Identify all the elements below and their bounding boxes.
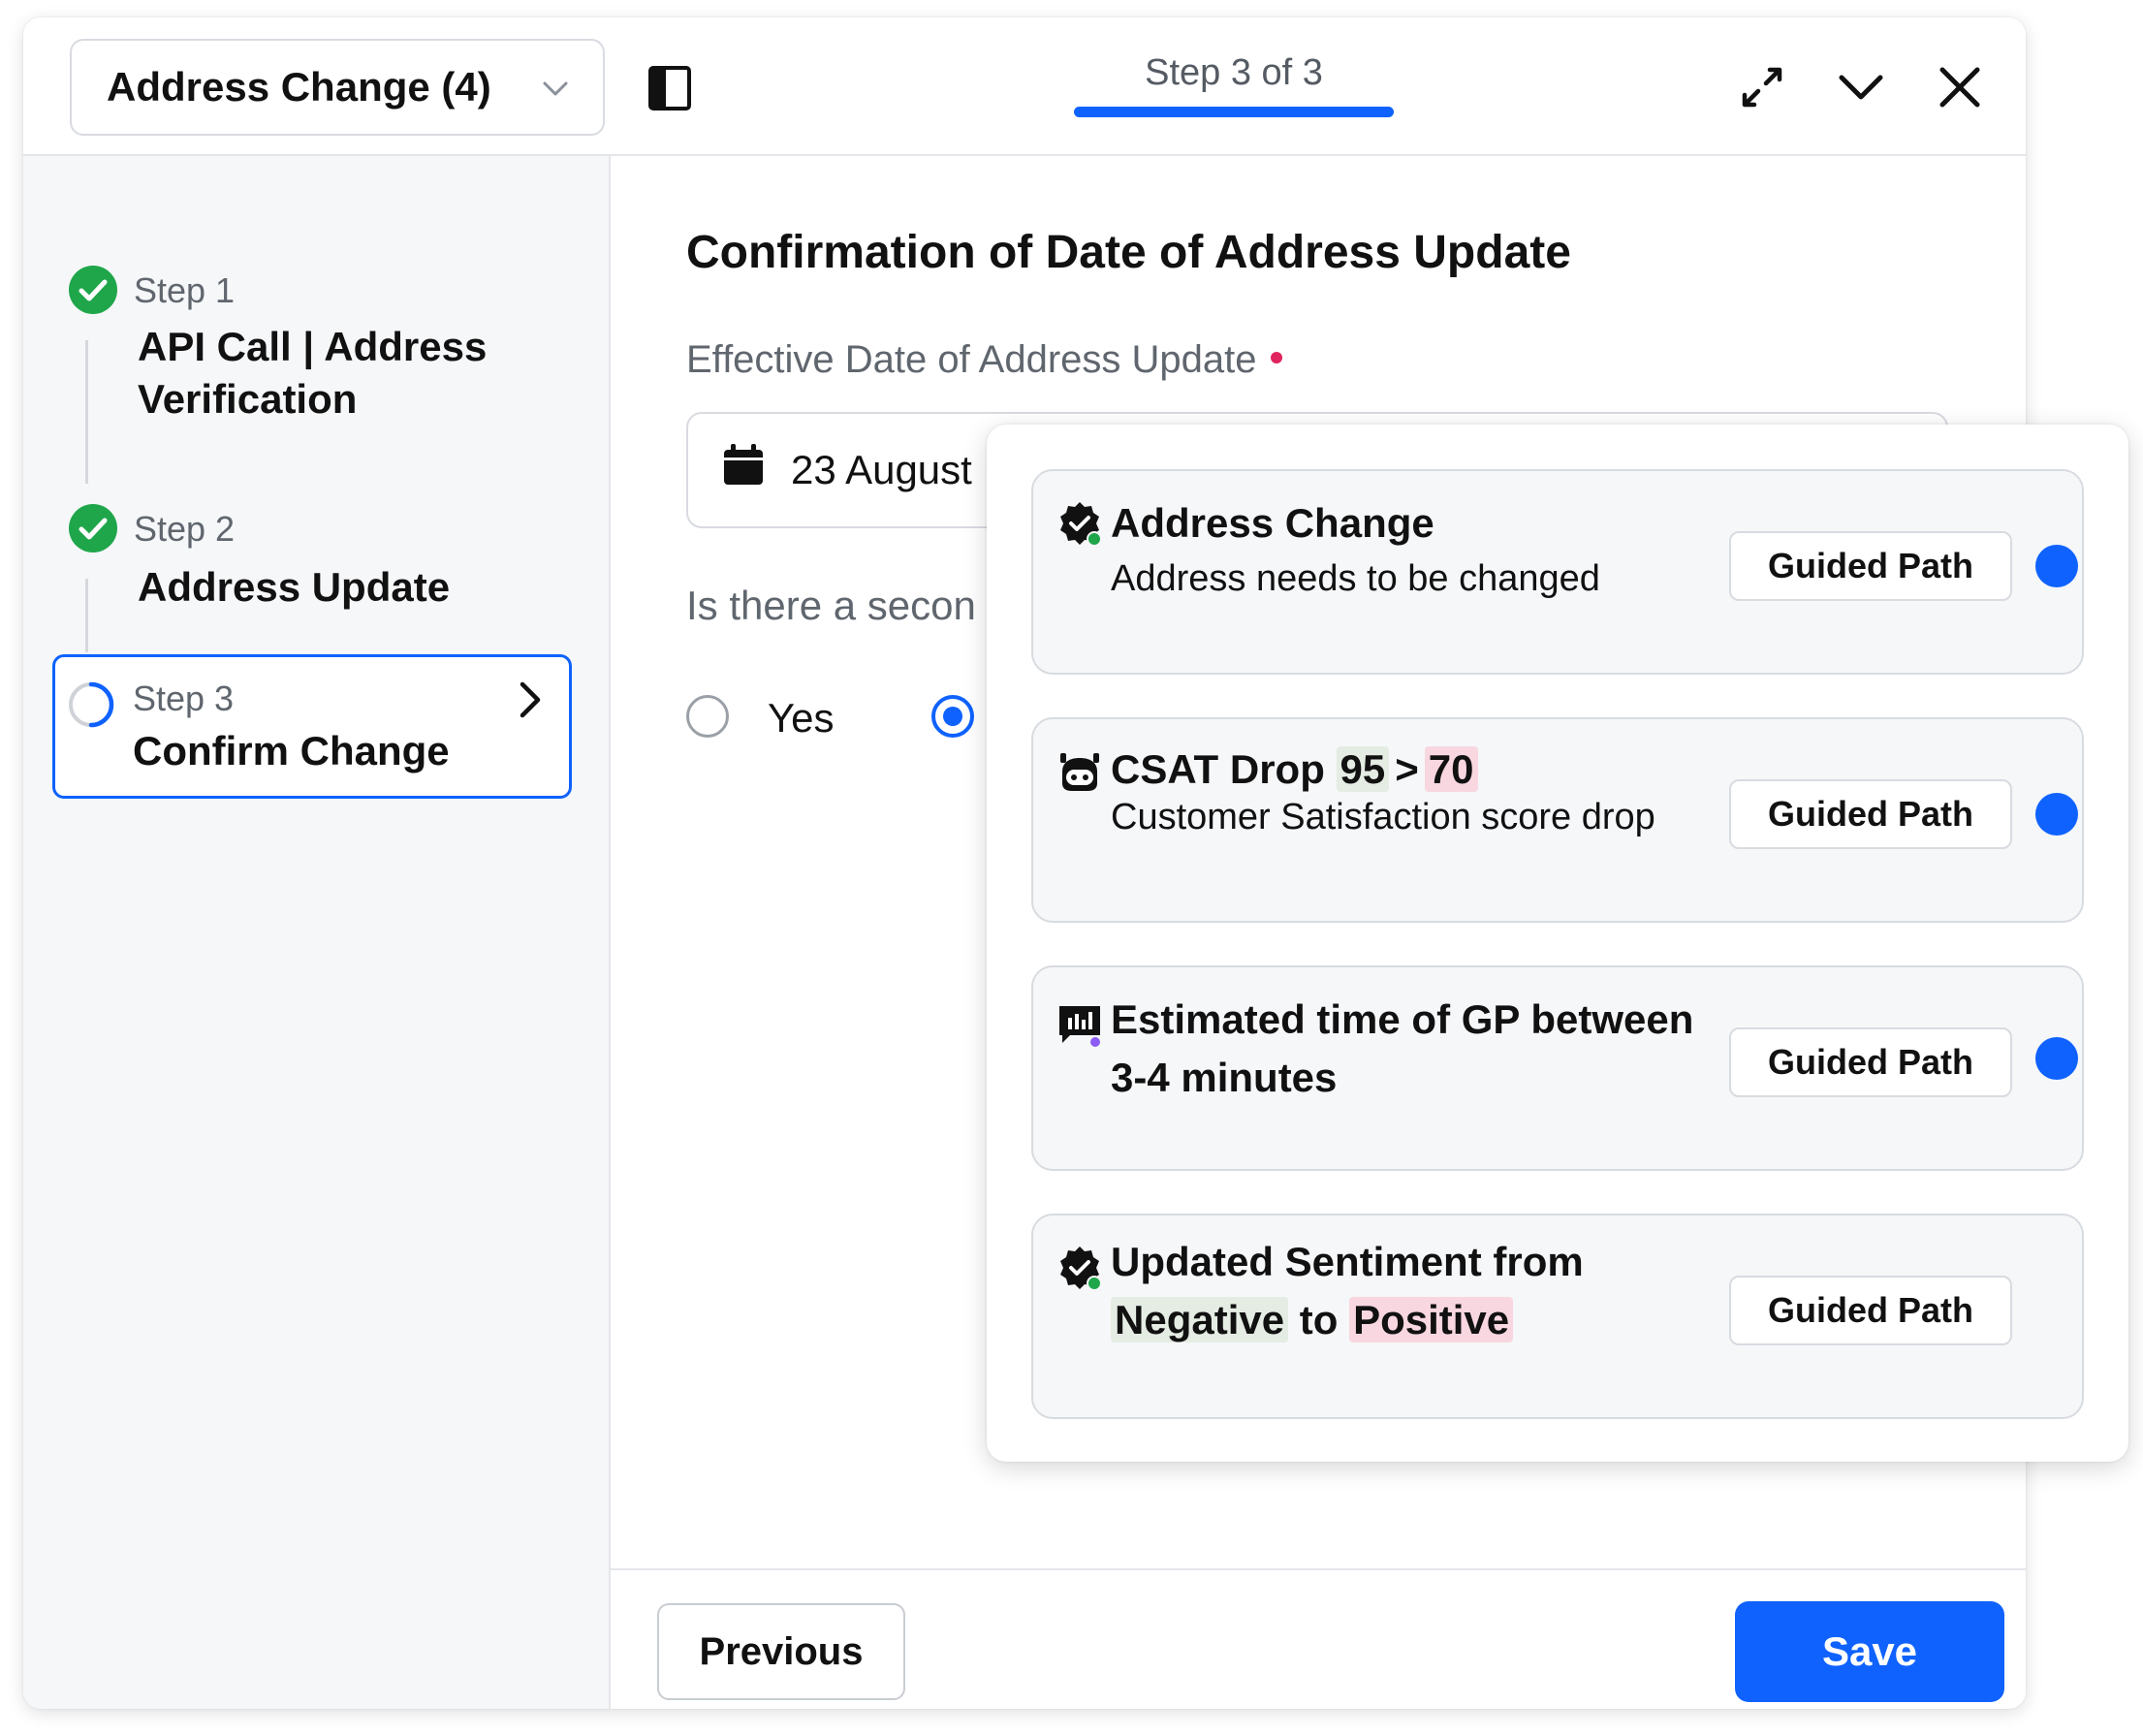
calendar-icon: [724, 444, 763, 485]
card-title: CSAT Drop 95 >70: [1111, 742, 1478, 797]
chevron-right-icon: [520, 681, 541, 718]
step-indicator: Step 3 of 3: [1145, 52, 1323, 93]
step-2-title: Address Update: [138, 564, 451, 610]
case-selector-label: Address Change (4): [107, 64, 491, 110]
step-1-title-line1: API Call | Address: [138, 324, 488, 369]
step-1-title-line2: Verification: [138, 376, 358, 422]
second-question-label: Is there a secon: [686, 583, 976, 628]
guided-path-button[interactable]: Guided Path: [1729, 531, 2012, 601]
step-2-label: Step 2: [134, 509, 236, 549]
date-field-label: Effective Date of Address Update: [686, 338, 1282, 382]
guided-path-button[interactable]: Guided Path: [1729, 1027, 2012, 1097]
collapse-chevron-icon[interactable]: [1834, 60, 1888, 114]
card-title-line1: Estimated time of GP between: [1111, 996, 1694, 1042]
panel-toggle-icon[interactable]: [647, 64, 692, 112]
in-progress-icon: [69, 681, 114, 728]
card-title: Address Change: [1111, 500, 1434, 546]
form-footer: Previous Save: [611, 1568, 2026, 1709]
card-title-prefix: CSAT Drop: [1111, 746, 1337, 792]
window-header: Address Change (4) Step 3 of 3: [23, 17, 2026, 156]
check-circle-icon: [69, 504, 117, 552]
card-title-line2: Negative to Positive: [1111, 1293, 1514, 1347]
csat-arrow: >: [1395, 746, 1419, 792]
status-dot: [2035, 1037, 2078, 1080]
verified-badge-icon: [1060, 502, 1102, 547]
suggestion-card-sentiment[interactable]: Updated Sentiment from Negative to Posit…: [1031, 1214, 2084, 1419]
verified-badge-icon: [1060, 1247, 1102, 1291]
card-subtitle: Address needs to be changed: [1111, 558, 1600, 599]
suggestion-card-estimated-time[interactable]: Estimated time of GP between 3-4 minutes…: [1031, 965, 2084, 1171]
case-selector-dropdown[interactable]: Address Change (4): [70, 39, 605, 136]
sentiment-connector: to: [1288, 1297, 1350, 1342]
sidebar-step-3[interactable]: Step 3 Confirm Change: [52, 654, 572, 799]
date-field-label-text: Effective Date of Address Update: [686, 338, 1257, 381]
guided-path-button[interactable]: Guided Path: [1729, 1276, 2012, 1345]
radio-no[interactable]: [931, 695, 974, 738]
step-connector: [85, 340, 88, 484]
form-title: Confirmation of Date of Address Update: [686, 227, 1571, 278]
card-title-line1: Updated Sentiment from: [1111, 1239, 1584, 1284]
radio-yes[interactable]: [686, 695, 729, 738]
chevron-down-icon: [543, 81, 568, 96]
guided-path-suggestions-popover: Address Change Address needs to be chang…: [987, 425, 2128, 1462]
step-3-title: Confirm Change: [133, 728, 450, 773]
csat-from-value: 95: [1336, 746, 1390, 792]
guided-path-button[interactable]: Guided Path: [1729, 779, 2012, 849]
sentiment-from: Negative: [1111, 1297, 1289, 1342]
card-subtitle: Customer Satisfaction score drop: [1111, 797, 1655, 837]
status-dot: [2035, 545, 2078, 587]
required-indicator: [1270, 352, 1282, 364]
suggestion-card-csat-drop[interactable]: CSAT Drop 95 >70 Customer Satisfaction sc…: [1031, 717, 2084, 923]
previous-button[interactable]: Previous: [657, 1603, 905, 1700]
card-title-line2: 3-4 minutes: [1111, 1055, 1338, 1100]
close-icon[interactable]: [1933, 60, 1987, 114]
step-1-label: Step 1: [134, 270, 236, 310]
csat-to-value: 70: [1424, 746, 1478, 792]
effective-date-value: 23 August: [791, 447, 972, 492]
radio-yes-label: Yes: [768, 695, 835, 741]
expand-icon[interactable]: [1735, 60, 1789, 114]
step-connector: [85, 579, 88, 652]
step-progress-bar: [1074, 107, 1394, 117]
step-3-label: Step 3: [133, 679, 235, 718]
check-circle-icon: [69, 266, 117, 314]
chart-message-icon: [1059, 1006, 1102, 1049]
bot-icon: [1060, 753, 1099, 791]
status-dot: [2035, 793, 2078, 836]
sentiment-to: Positive: [1349, 1297, 1514, 1342]
save-button[interactable]: Save: [1735, 1601, 2004, 1702]
steps-sidebar: Step 1 API Call | Address Verification S…: [23, 156, 611, 1709]
suggestion-card-address-change[interactable]: Address Change Address needs to be chang…: [1031, 469, 2084, 675]
